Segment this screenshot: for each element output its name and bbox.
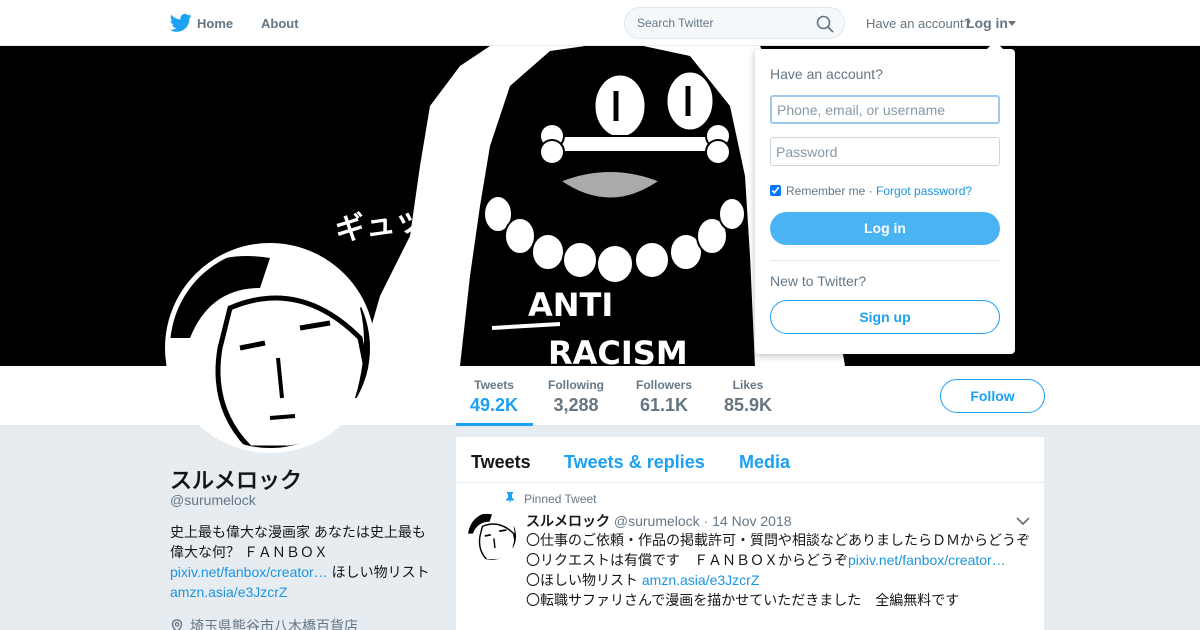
pin-icon <box>506 492 514 504</box>
stat-label: Likes <box>732 378 764 392</box>
timeline-tabs: Tweets Tweets & replies Media <box>456 437 1044 483</box>
forgot-password-link[interactable]: Forgot password? <box>876 184 972 198</box>
bio-text: 史上最も偉大な漫画家 あなたは史上最も偉大な何？ ＦＡＮＢＯＸ <box>170 524 426 560</box>
dropdown-divider <box>770 260 1000 261</box>
stat-label: Followers <box>636 378 693 392</box>
stat-value: 49.2K <box>470 395 519 415</box>
tweet-amazon-link[interactable]: amzn.asia/e3JzcrZ <box>642 572 759 588</box>
twitter-bird-icon[interactable] <box>170 13 192 33</box>
active-stat-underline <box>456 423 533 426</box>
timeline: Tweets Tweets & replies Media Pinned Twe… <box>456 437 1044 630</box>
password-field[interactable] <box>770 137 1000 166</box>
follow-button[interactable]: Follow <box>940 379 1045 413</box>
chevron-down-icon[interactable] <box>1016 516 1030 526</box>
bio-fanbox-link[interactable]: pixiv.net/fanbox/creator… <box>170 564 328 580</box>
stat-value: 85.9K <box>724 395 773 415</box>
stat-likes[interactable]: Likes 85.9K <box>724 378 772 416</box>
tweet-text: 〇仕事のご依頼・作品の掲載許可・質問や相談などありましたらＤＭからどうぞ 〇リク… <box>526 530 1036 610</box>
new-to-twitter-text: New to Twitter? <box>770 273 867 289</box>
caret-down-icon[interactable] <box>1008 21 1016 26</box>
have-account-text: Have an account? <box>866 16 971 31</box>
dropdown-title: Have an account? <box>770 66 883 82</box>
nav-about-link[interactable]: About <box>261 16 299 31</box>
stat-tweets[interactable]: Tweets 49.2K <box>470 378 518 416</box>
tweet-line-1: 〇仕事のご依頼・作品の掲載許可・質問や相談などありましたらＤＭからどうぞ <box>526 532 1030 548</box>
banner-shirt-text-2: RACISM <box>548 334 688 366</box>
nav-home-link[interactable]: Home <box>197 16 233 31</box>
stat-value: 3,288 <box>553 395 599 415</box>
login-dropdown-toggle[interactable]: Log in <box>966 15 1008 31</box>
login-dropdown: Have an account? Remember me · Forgot pa… <box>755 41 1015 354</box>
remember-label[interactable]: Remember me <box>786 184 865 198</box>
profile-screen-name[interactable]: @surumelock <box>170 492 256 508</box>
search-box[interactable]: Search Twitter <box>624 7 845 39</box>
pinned-tweet-label: Pinned Tweet <box>504 492 597 506</box>
tab-media[interactable]: Media <box>739 452 790 473</box>
top-navigation: Home About Search Twitter Have an accoun… <box>0 0 1200 46</box>
tweet-avatar-artwork <box>468 512 516 560</box>
profile-bio: 史上最も偉大な漫画家 あなたは史上最も偉大な何？ ＦＡＮＢＯＸ pixiv.ne… <box>170 522 435 602</box>
search-input[interactable]: Search Twitter <box>637 16 713 30</box>
tweet-header: スルメロック @surumelock · 14 Nov 2018 <box>526 511 792 531</box>
remember-separator: · <box>865 184 877 198</box>
avatar-artwork <box>170 248 370 448</box>
username-field[interactable] <box>770 95 1000 124</box>
profile-name[interactable]: スルメロック <box>170 463 302 495</box>
stat-label: Following <box>548 378 604 392</box>
bio-amazon-link[interactable]: amzn.asia/e3JzcrZ <box>170 584 287 600</box>
tweet-author-name[interactable]: スルメロック <box>526 513 610 529</box>
tweet-line-3-text: 〇ほしい物リスト <box>526 572 642 588</box>
tweet-line-2-text: 〇リクエストは有償です ＦＡＮＢＯＸからどうぞ <box>526 552 848 568</box>
tweet-line-3: 〇ほしい物リスト amzn.asia/e3JzcrZ <box>526 570 1036 590</box>
signup-button[interactable]: Sign up <box>770 300 1000 334</box>
profile-location: 埼玉県熊谷市八木橋百貨店 <box>170 616 358 630</box>
pinned-tweet-text: Pinned Tweet <box>524 492 597 506</box>
tab-tweets[interactable]: Tweets <box>471 452 531 473</box>
banner-shirt-text-1: ANTI <box>528 286 613 324</box>
tweet-fanbox-link[interactable]: pixiv.net/fanbox/creator… <box>848 552 1006 568</box>
stat-value: 61.1K <box>639 395 689 415</box>
stat-label: Tweets <box>474 378 514 392</box>
profile-avatar[interactable] <box>165 243 375 453</box>
dropdown-arrow <box>987 41 1003 49</box>
stat-followers[interactable]: Followers 61.1K <box>636 378 692 416</box>
tab-tweets-replies[interactable]: Tweets & replies <box>564 452 705 473</box>
tweet-avatar[interactable] <box>468 512 516 560</box>
location-text: 埼玉県熊谷市八木橋百貨店 <box>190 618 358 630</box>
location-pin-icon <box>171 619 183 630</box>
login-button[interactable]: Log in <box>770 212 1000 245</box>
search-icon[interactable] <box>816 15 834 33</box>
bio-text-wishlist: ほしい物リスト <box>327 564 430 580</box>
tweet-line-4: 〇転職サファリさんで漫画を描かせていただきました 全編無料です <box>526 592 960 608</box>
remember-checkbox[interactable] <box>770 185 781 196</box>
tweet-line-2: 〇リクエストは有償です ＦＡＮＢＯＸからどうぞpixiv.net/fanbox/… <box>526 550 1036 570</box>
remember-row: Remember me · Forgot password? <box>770 184 972 198</box>
tweet-meta[interactable]: @surumelock · 14 Nov 2018 <box>614 513 792 529</box>
stat-following[interactable]: Following 3,288 <box>548 378 604 416</box>
